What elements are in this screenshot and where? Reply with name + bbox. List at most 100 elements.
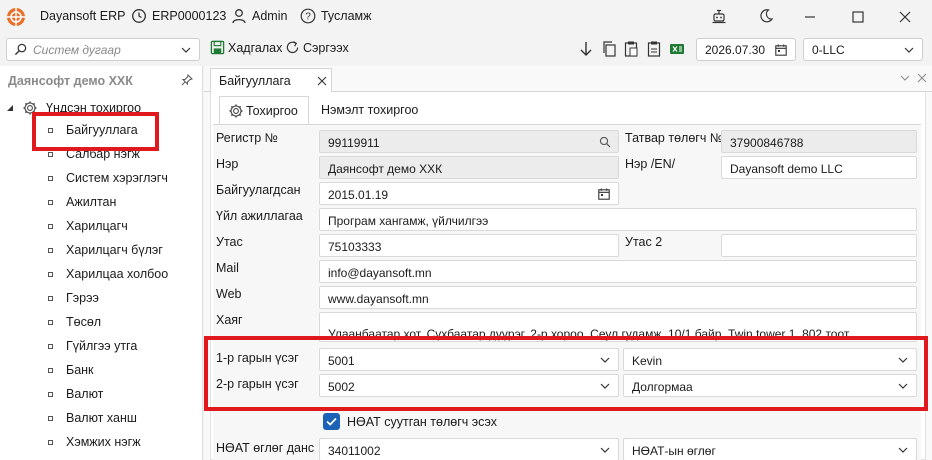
chevron-down-icon[interactable]	[898, 445, 908, 455]
sidebar-item-communication[interactable]: Харилцаа холбоо	[48, 264, 198, 284]
tab-extra-settings[interactable]: Нэмэлт тохиргоо	[321, 96, 418, 124]
gear-icon	[23, 101, 37, 115]
sidebar-item-label: Харилцагч	[66, 219, 128, 233]
chevron-down-icon[interactable]	[600, 445, 610, 455]
bullet	[48, 127, 53, 133]
bullet	[48, 367, 53, 373]
refresh-button[interactable]: Сэргээх	[285, 40, 349, 55]
sidebar-item-currency[interactable]: Валют	[48, 384, 198, 404]
sign1-code-select[interactable]: 5001	[319, 348, 619, 371]
paste-icon[interactable]	[623, 40, 639, 58]
name-en-value: Dayansoft demo LLC	[730, 162, 843, 176]
bullet	[48, 319, 53, 325]
user-icon[interactable]	[231, 8, 247, 24]
sidebar-item-label: Харилцагч бүлэг	[66, 243, 163, 257]
chevron-down-icon[interactable]	[181, 45, 191, 55]
sign2-code: 5002	[328, 380, 355, 394]
tree-root-main-settings[interactable]: Үндсэн тохиргоо	[0, 98, 200, 118]
clipboard-icon[interactable]	[646, 40, 662, 58]
name-en-field[interactable]: Dayansoft demo LLC	[721, 156, 917, 179]
sign2-name-select[interactable]: Долгормаа	[623, 374, 917, 397]
chevron-down-icon[interactable]	[898, 355, 908, 365]
close-all-icon[interactable]	[917, 73, 927, 83]
sidebar-item-customer[interactable]: Харилцагч	[48, 216, 198, 236]
phone-field[interactable]: 75103333	[319, 234, 619, 257]
tax-payer-field[interactable]: 37900846788	[721, 130, 917, 153]
refresh-label: Сэргээх	[303, 40, 349, 55]
bullet	[48, 439, 53, 445]
phone-value: 75103333	[328, 240, 382, 254]
document-code[interactable]: ERP0000123	[152, 9, 226, 23]
chevron-down-icon[interactable]	[600, 355, 610, 365]
close-window-icon[interactable]	[896, 8, 914, 26]
chevron-down-icon[interactable]	[898, 381, 908, 391]
register-field[interactable]: 99119911	[319, 130, 619, 153]
robot-icon[interactable]	[711, 8, 727, 24]
sign1-name-select[interactable]: Kevin	[623, 348, 917, 371]
tax-payer-value: 37900846788	[730, 136, 804, 150]
sidebar-item-label: Салбар нэгж	[66, 147, 140, 161]
save-label: Хадгалах	[228, 40, 283, 55]
copy-icon[interactable]	[601, 40, 617, 58]
sidebar-item-contract[interactable]: Гэрээ	[48, 288, 198, 308]
history-icon[interactable]	[131, 8, 147, 24]
settings-form: Регистр № 99119911 Татвар төлөгч № 37900…	[213, 124, 921, 460]
sidebar-item-employee[interactable]: Ажилтан	[48, 192, 198, 212]
address-field[interactable]: Улаанбаатар хот, Сүхбаатар дүүрэг, 2-р х…	[319, 312, 917, 342]
dark-mode-icon[interactable]	[758, 8, 774, 24]
sidebar-item-system-user[interactable]: Систем хэрэглэгч	[48, 168, 198, 188]
register-value: 99119911	[328, 136, 380, 150]
sidebar-item-bank[interactable]: Банк	[48, 360, 198, 380]
vat-account-name-select[interactable]: НӨАТ-ын өглөг	[623, 438, 917, 460]
company-select[interactable]: 0-LLC	[803, 38, 923, 61]
chevron-down-icon[interactable]	[900, 74, 910, 82]
calendar-icon[interactable]	[775, 44, 787, 56]
vat-account-name: НӨАТ-ын өглөг	[632, 444, 716, 458]
sidebar-item-label: Систем хэрэглэгч	[66, 171, 168, 185]
date-picker[interactable]: 2026.07.30	[696, 38, 796, 61]
maximize-icon[interactable]	[849, 8, 867, 26]
mail-field[interactable]: info@dayansoft.mn	[319, 260, 917, 283]
vat-withholder-checkbox[interactable]	[323, 413, 340, 430]
minimize-icon[interactable]	[801, 8, 819, 26]
sign2-code-select[interactable]: 5002	[319, 374, 619, 397]
search-icon[interactable]	[599, 136, 611, 148]
save-icon	[210, 40, 225, 55]
help-link[interactable]: Тусламж	[321, 9, 372, 23]
collapse-triangle-icon[interactable]	[6, 104, 14, 112]
tab-organization[interactable]: Байгууллага	[210, 68, 332, 92]
sidebar-item-organization[interactable]: Байгууллага	[48, 120, 198, 140]
pin-icon[interactable]	[181, 74, 193, 86]
sidebar-item-unit[interactable]: Хэмжих нэгж	[48, 432, 198, 452]
sidebar-item-project[interactable]: Төсөл	[48, 312, 198, 332]
phone2-label: Утас 2	[625, 235, 663, 249]
title-bar: Dayansoft ERP ERP0000123 Admin ? Тусламж	[0, 0, 932, 34]
close-tab-icon[interactable]	[317, 76, 327, 86]
vat-account-select[interactable]: 34011002	[319, 438, 619, 460]
system-number-search[interactable]	[6, 38, 200, 61]
web-field[interactable]: www.dayansoft.mn	[319, 286, 917, 309]
phone2-field[interactable]	[721, 234, 917, 257]
sidebar-item-customer-group[interactable]: Харилцагч бүлэг	[48, 240, 198, 260]
chevron-down-icon[interactable]	[600, 381, 610, 391]
founded-date-field[interactable]: 2015.01.19	[319, 182, 619, 205]
sidebar-item-label: Ажилтан	[66, 195, 117, 209]
tab-settings[interactable]: Тохиргоо	[219, 96, 309, 124]
sidebar-item-transaction-purpose[interactable]: Гүйлгээ утга	[48, 336, 198, 356]
user-name[interactable]: Admin	[252, 9, 287, 23]
chevron-down-icon[interactable]	[904, 45, 914, 55]
sign2-name: Долгормаа	[632, 380, 693, 394]
download-icon[interactable]	[578, 40, 594, 58]
name-field[interactable]: Даянсофт демо ХХК	[319, 156, 619, 179]
sidebar-item-exchange-rate[interactable]: Валют ханш	[48, 408, 198, 428]
search-input[interactable]	[33, 41, 173, 58]
help-icon[interactable]: ?	[300, 8, 316, 24]
save-button[interactable]: Хадгалах	[210, 40, 282, 55]
vat-account-value: 34011002	[328, 444, 381, 458]
activity-field[interactable]: Програм хангамж, үйлчилгээ	[319, 208, 917, 231]
bullet	[48, 199, 53, 205]
excel-export-icon[interactable]	[669, 40, 685, 58]
sidebar-item-branch[interactable]: Салбар нэгж	[48, 144, 198, 164]
calendar-icon[interactable]	[598, 188, 610, 200]
date-value: 2026.07.30	[705, 43, 766, 57]
